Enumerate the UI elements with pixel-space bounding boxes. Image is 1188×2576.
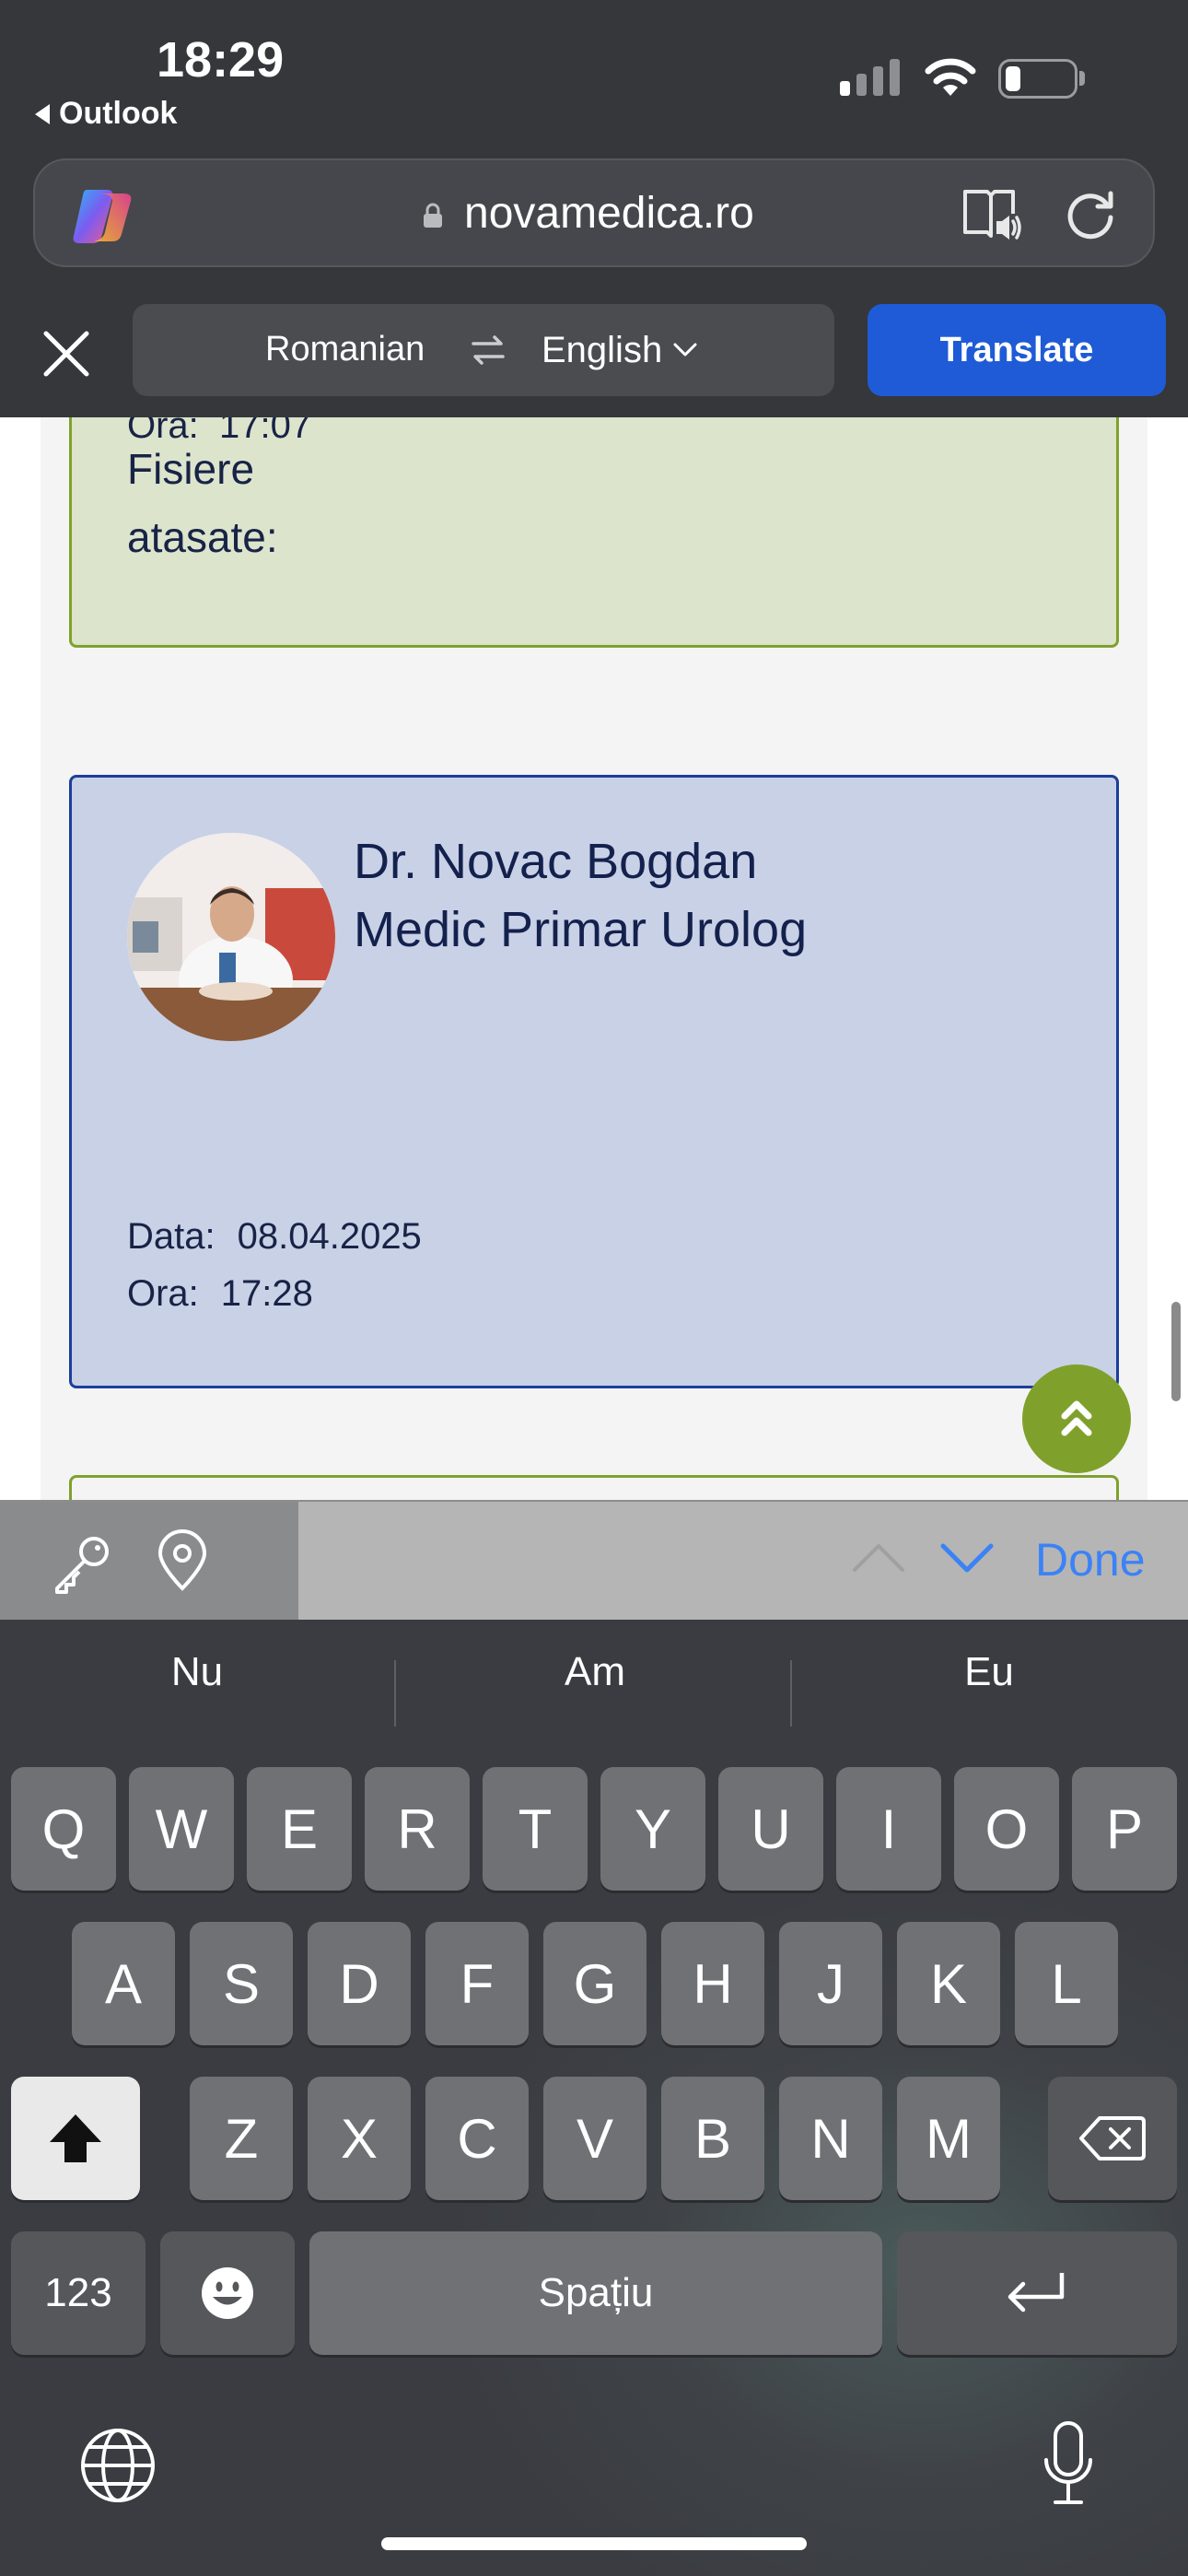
space-key[interactable]: Spațiu (309, 2231, 882, 2355)
return-key[interactable] (897, 2231, 1177, 2355)
autofill-actions (0, 1502, 298, 1622)
key-s[interactable]: S (190, 1922, 293, 2045)
key-k[interactable]: K (897, 1922, 1000, 2045)
swap-languages-icon[interactable] (470, 332, 507, 369)
shift-icon (50, 2114, 101, 2162)
numbers-key[interactable]: 123 (11, 2231, 146, 2355)
double-chevron-up-icon (1061, 1400, 1092, 1436)
key-d[interactable]: D (308, 1922, 411, 2045)
browser-chrome: 18:29 Outlook novamedica.ro Romanian Eng… (0, 0, 1188, 417)
date-value: 08.04.2025 (237, 1216, 422, 1257)
suggestion-separator (394, 1660, 396, 1727)
wifi-icon (925, 58, 976, 96)
key-n[interactable]: N (779, 2077, 882, 2200)
signal-icon (840, 59, 900, 96)
chevron-down-icon (673, 343, 697, 357)
key-p[interactable]: P (1072, 1767, 1177, 1891)
appointment-date: Data: 08.04.2025 (127, 1216, 422, 1258)
key-c[interactable]: C (425, 2077, 529, 2200)
suggestion-3[interactable]: Eu (851, 1649, 1127, 1695)
previous-ora: Ora: 17:07 (127, 417, 312, 446)
url-text[interactable]: novamedica.ro (464, 188, 754, 239)
key-y[interactable]: Y (600, 1767, 705, 1891)
key-h[interactable]: H (661, 1922, 764, 2045)
globe-icon[interactable] (79, 2427, 157, 2504)
suggestion-2[interactable]: Am (457, 1649, 733, 1695)
copilot-icon[interactable] (70, 186, 134, 245)
key-e[interactable]: E (247, 1767, 352, 1891)
key-r[interactable]: R (365, 1767, 470, 1891)
backspace-key[interactable] (1048, 2077, 1177, 2200)
attached-files-label-2: atasate: (127, 513, 278, 561)
emoji-key[interactable] (160, 2231, 295, 2355)
battery-nub (1079, 71, 1085, 86)
date-label: Data: (127, 1216, 215, 1257)
previous-appointment-card: Ora: 17:07 Fisiere atasate: (69, 417, 1119, 648)
keyboard: Nu Am Eu Q W E R T Y U I O P A S D F G H… (0, 1620, 1188, 2576)
key-q[interactable]: Q (11, 1767, 116, 1891)
done-button[interactable]: Done (1035, 1533, 1146, 1587)
attached-files-label-1: Fisiere (127, 445, 255, 493)
key-g[interactable]: G (543, 1922, 646, 2045)
keyboard-accessory-bar: Done (0, 1500, 1188, 1622)
lock-icon (424, 203, 442, 228)
key-icon[interactable] (50, 1533, 114, 1594)
shift-key[interactable] (11, 2077, 140, 2200)
reader-mode-icon[interactable] (961, 186, 1022, 243)
chevron-up-icon[interactable] (851, 1542, 906, 1574)
key-o[interactable]: O (954, 1767, 1059, 1891)
key-z[interactable]: Z (190, 2077, 293, 2200)
key-j[interactable]: J (779, 1922, 882, 2045)
time-label: Ora: (127, 1273, 199, 1314)
key-u[interactable]: U (718, 1767, 823, 1891)
key-l[interactable]: L (1015, 1922, 1118, 2045)
suggestion-1[interactable]: Nu (59, 1649, 335, 1695)
status-time: 18:29 (157, 32, 285, 88)
appointment-time: Ora: 17:28 (127, 1273, 313, 1315)
doctor-appointment-card: Dr. Novac Bogdan Medic Primar Urolog Dat… (69, 775, 1119, 1388)
key-x[interactable]: X (308, 2077, 411, 2200)
key-b[interactable]: B (661, 2077, 764, 2200)
location-pin-icon[interactable] (155, 1529, 210, 1592)
doctor-title: Medic Primar Urolog (354, 902, 808, 957)
source-language[interactable]: Romanian (265, 330, 425, 369)
back-to-app-link[interactable]: Outlook (35, 96, 177, 132)
home-indicator[interactable] (381, 2537, 807, 2550)
language-selector[interactable]: Romanian English (133, 304, 834, 396)
key-m[interactable]: M (897, 2077, 1000, 2200)
time-value: 17:28 (220, 1273, 313, 1314)
backspace-icon (1079, 2116, 1146, 2160)
key-i[interactable]: I (836, 1767, 941, 1891)
battery-icon (998, 59, 1077, 99)
next-appointment-card (69, 1475, 1119, 1500)
doctor-name: Dr. Novac Bogdan (354, 834, 758, 889)
close-icon[interactable] (41, 328, 92, 380)
key-w[interactable]: W (129, 1767, 234, 1891)
return-icon (1007, 2273, 1065, 2313)
key-a[interactable]: A (72, 1922, 175, 2045)
target-language[interactable]: English (542, 330, 662, 371)
chevron-down-icon[interactable] (939, 1542, 995, 1574)
suggestion-separator (790, 1660, 792, 1727)
doctor-avatar (127, 833, 335, 1041)
back-triangle-icon (35, 103, 50, 124)
microphone-icon[interactable] (1041, 2421, 1096, 2506)
scroll-to-top-button[interactable] (1022, 1364, 1131, 1473)
emoji-icon (202, 2267, 253, 2319)
key-t[interactable]: T (483, 1767, 588, 1891)
key-v[interactable]: V (543, 2077, 646, 2200)
reload-icon[interactable] (1063, 188, 1118, 243)
translate-button[interactable]: Translate (868, 304, 1166, 396)
back-app-label: Outlook (59, 96, 178, 131)
key-f[interactable]: F (425, 1922, 529, 2045)
translation-bar: Romanian English Translate (0, 293, 1188, 417)
scrollbar-thumb[interactable] (1171, 1302, 1181, 1401)
web-page: Ora: 17:07 Fisiere atasate: Dr. Novac Bo… (0, 417, 1188, 1500)
address-bar[interactable]: novamedica.ro (33, 158, 1155, 267)
